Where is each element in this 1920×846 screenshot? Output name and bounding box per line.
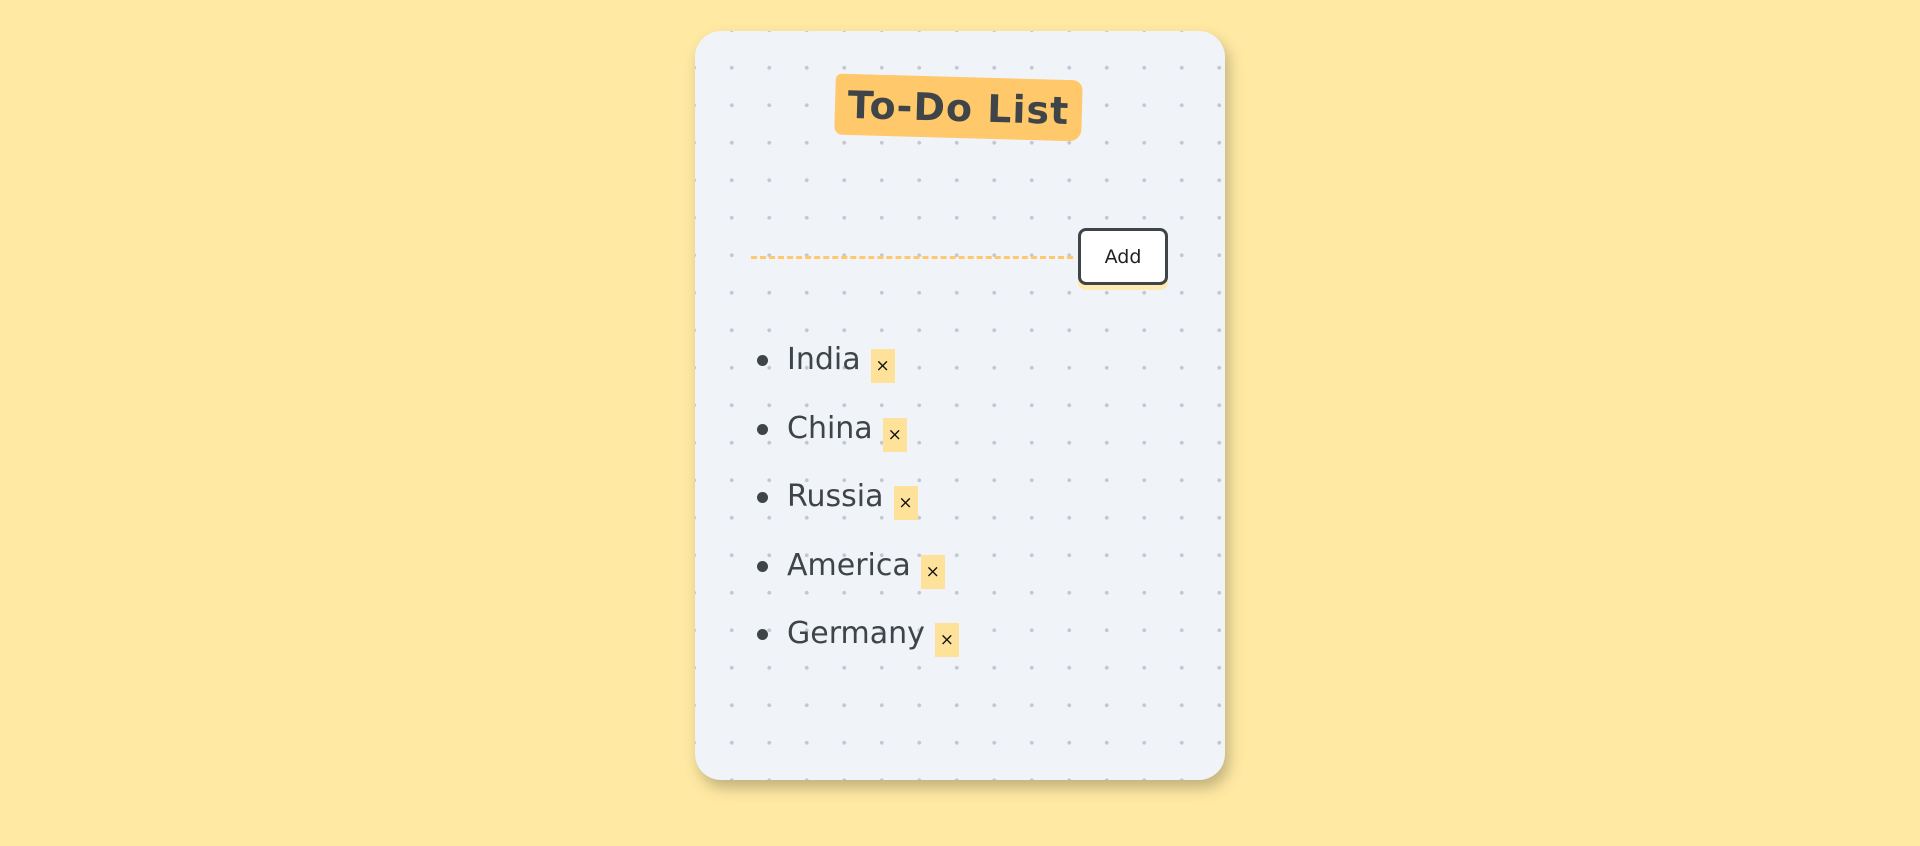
delete-button[interactable]: × [934,623,959,657]
add-task-form: Add [751,197,1171,295]
close-icon: × [875,356,890,376]
task-text: Germany [787,616,925,651]
list-item: China × [735,406,959,475]
task-text: India [787,342,861,377]
bullet-dot-icon [757,629,768,640]
delete-button[interactable]: × [893,486,918,520]
close-icon: × [887,424,902,445]
task-text: America [787,547,911,583]
list-item: Russia × [735,474,959,543]
delete-button[interactable]: × [882,417,907,452]
task-input[interactable] [751,225,1073,259]
add-button[interactable]: Add [1078,228,1168,285]
bullet-dot-icon [757,355,768,366]
list-item: India × [735,337,959,406]
task-list: India × China × Russia × America × Germa… [735,337,959,680]
delete-button[interactable]: × [920,554,945,589]
todo-card: To-Do List Add India × China × Russia × [695,31,1225,780]
close-icon: × [898,493,913,513]
close-icon: × [925,561,940,582]
task-text: Russia [787,479,884,514]
bullet-dot-icon [757,492,768,503]
bullet-dot-icon [757,423,768,435]
bullet-dot-icon [757,560,768,572]
close-icon: × [939,630,955,650]
list-item: America × [735,543,959,612]
list-item: Germany × [735,611,959,680]
page-title: To-Do List [834,73,1083,142]
delete-button[interactable]: × [870,349,895,383]
task-text: China [787,410,873,446]
